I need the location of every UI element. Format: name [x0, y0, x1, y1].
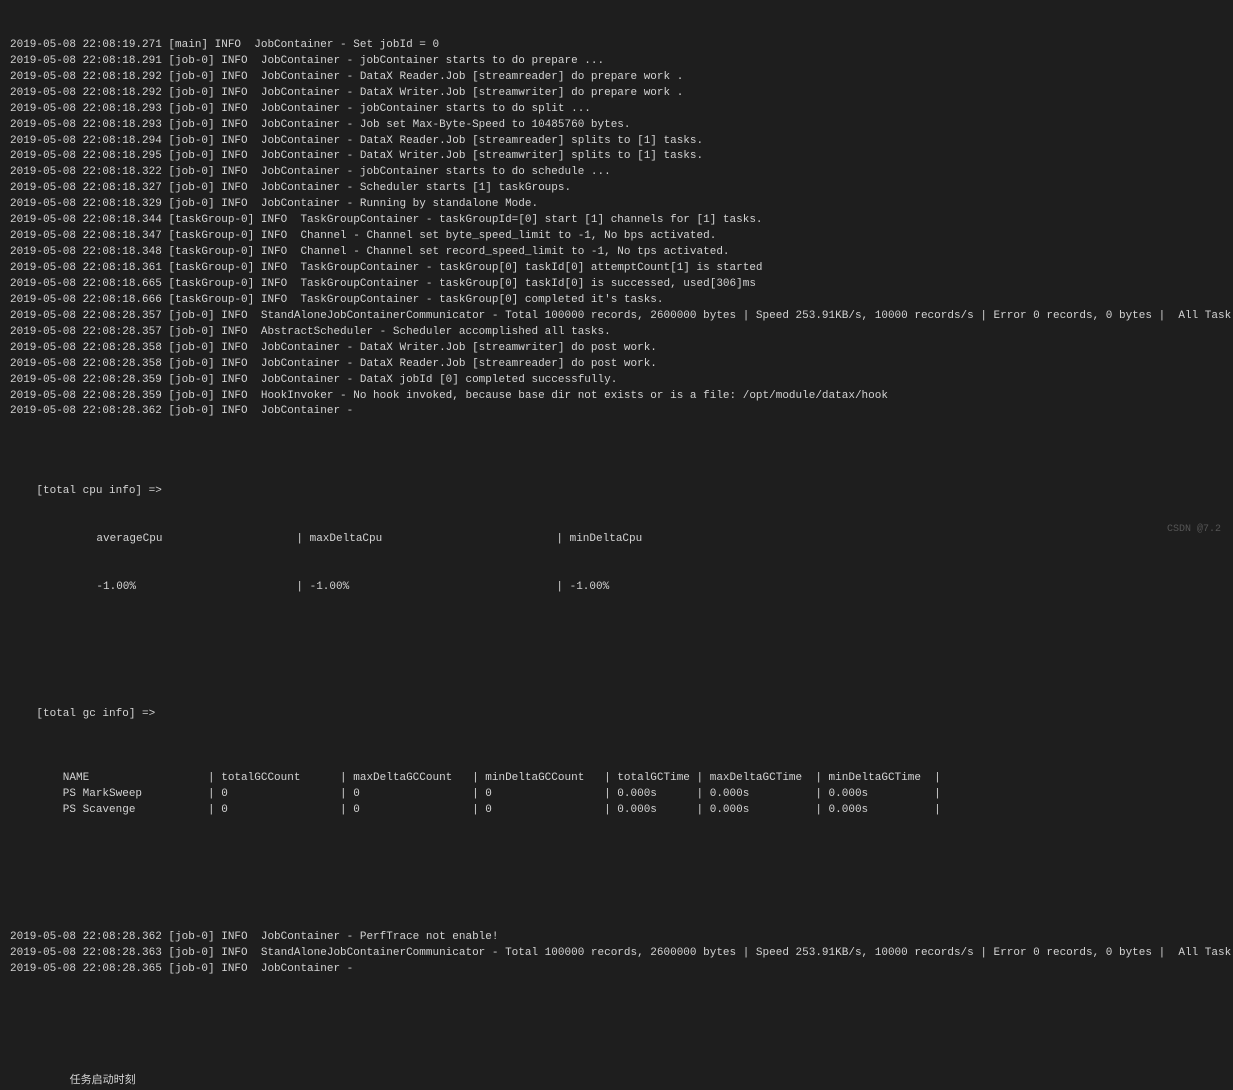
log-line: 2019-05-08 22:08:19.271 [main] INFO JobC…: [10, 38, 1223, 54]
log-line: 2019-05-08 22:08:18.293 [job-0] INFO Job…: [10, 118, 1223, 134]
max-delta-cpu-val: | -1.00%: [296, 580, 556, 596]
watermark: CSDN @7.2: [1167, 523, 1221, 538]
label-start-time: 任务启动时刻: [50, 1074, 250, 1090]
log-line: 2019-05-08 22:08:18.329 [job-0] INFO Job…: [10, 197, 1223, 213]
log-container: 2019-05-08 22:08:19.271 [main] INFO JobC…: [0, 0, 1233, 1090]
min-delta-cpu-label: | minDeltaCpu: [556, 533, 642, 545]
post-line: 2019-05-08 22:08:28.365 [job-0] INFO Job…: [10, 962, 1223, 978]
max-delta-cpu-label: | maxDeltaCpu: [296, 532, 556, 548]
log-line: 2019-05-08 22:08:18.294 [job-0] INFO Job…: [10, 134, 1223, 150]
log-line: 2019-05-08 22:08:18.347 [taskGroup-0] IN…: [10, 229, 1223, 245]
log-line: 2019-05-08 22:08:18.292 [job-0] INFO Job…: [10, 70, 1223, 86]
cpu-header: [total cpu info] =>: [36, 485, 161, 497]
gc-data-row: PS Scavenge | 0 | 0 | 0 | 0.000s | 0.000…: [10, 803, 1223, 819]
summary-row-1: 任务启动时刻 : 2019-05-08 22:08:18: [10, 1058, 1223, 1090]
log-line: 2019-05-08 22:08:18.295 [job-0] INFO Job…: [10, 149, 1223, 165]
log-line: 2019-05-08 22:08:18.361 [taskGroup-0] IN…: [10, 261, 1223, 277]
gc-table: NAME | totalGCCount | maxDeltaGCCount | …: [10, 771, 1223, 819]
log-line: 2019-05-08 22:08:18.666 [taskGroup-0] IN…: [10, 293, 1223, 309]
gc-data-row: PS MarkSweep | 0 | 0 | 0 | 0.000s | 0.00…: [10, 787, 1223, 803]
log-line: 2019-05-08 22:08:18.292 [job-0] INFO Job…: [10, 86, 1223, 102]
log-line: 2019-05-08 22:08:28.362 [job-0] INFO Job…: [10, 404, 1223, 420]
post-line: 2019-05-08 22:08:28.363 [job-0] INFO Sta…: [10, 946, 1223, 962]
gc-header: [total gc info] =>: [36, 708, 155, 720]
avg-cpu-val: -1.00%: [36, 580, 296, 596]
gc-header-row: NAME | totalGCCount | maxDeltaGCCount | …: [10, 771, 1223, 787]
post-line: 2019-05-08 22:08:28.362 [job-0] INFO Job…: [10, 930, 1223, 946]
log-line: 2019-05-08 22:08:18.344 [taskGroup-0] IN…: [10, 213, 1223, 229]
log-line: 2019-05-08 22:08:18.291 [job-0] INFO Job…: [10, 54, 1223, 70]
avg-cpu-label: averageCpu: [36, 532, 296, 548]
log-line: 2019-05-08 22:08:18.348 [taskGroup-0] IN…: [10, 245, 1223, 261]
log-line: 2019-05-08 22:08:18.665 [taskGroup-0] IN…: [10, 277, 1223, 293]
cpu-section: [total cpu info] => averageCpu| maxDelta…: [10, 468, 1223, 611]
log-line: 2019-05-08 22:08:28.357 [job-0] INFO Sta…: [10, 309, 1223, 325]
log-line: 2019-05-08 22:08:18.293 [job-0] INFO Job…: [10, 102, 1223, 118]
log-line: 2019-05-08 22:08:18.327 [job-0] INFO Job…: [10, 181, 1223, 197]
log-line: 2019-05-08 22:08:28.358 [job-0] INFO Job…: [10, 341, 1223, 357]
log-lines: 2019-05-08 22:08:19.271 [main] INFO JobC…: [10, 38, 1223, 421]
log-line: 2019-05-08 22:08:28.359 [job-0] INFO Hoo…: [10, 389, 1223, 405]
log-line: 2019-05-08 22:08:28.357 [job-0] INFO Abs…: [10, 325, 1223, 341]
log-line: 2019-05-08 22:08:18.322 [job-0] INFO Job…: [10, 165, 1223, 181]
log-line: 2019-05-08 22:08:28.358 [job-0] INFO Job…: [10, 357, 1223, 373]
post-lines: 2019-05-08 22:08:28.362 [job-0] INFO Job…: [10, 930, 1223, 978]
gc-section: [total gc info] => NAME | totalGCCount |…: [10, 691, 1223, 850]
summary-section: 任务启动时刻 : 2019-05-08 22:08:18 任务结束时刻 : 20…: [10, 1026, 1223, 1090]
log-line: 2019-05-08 22:08:28.359 [job-0] INFO Job…: [10, 373, 1223, 389]
min-delta-cpu-val: | -1.00%: [556, 581, 609, 593]
